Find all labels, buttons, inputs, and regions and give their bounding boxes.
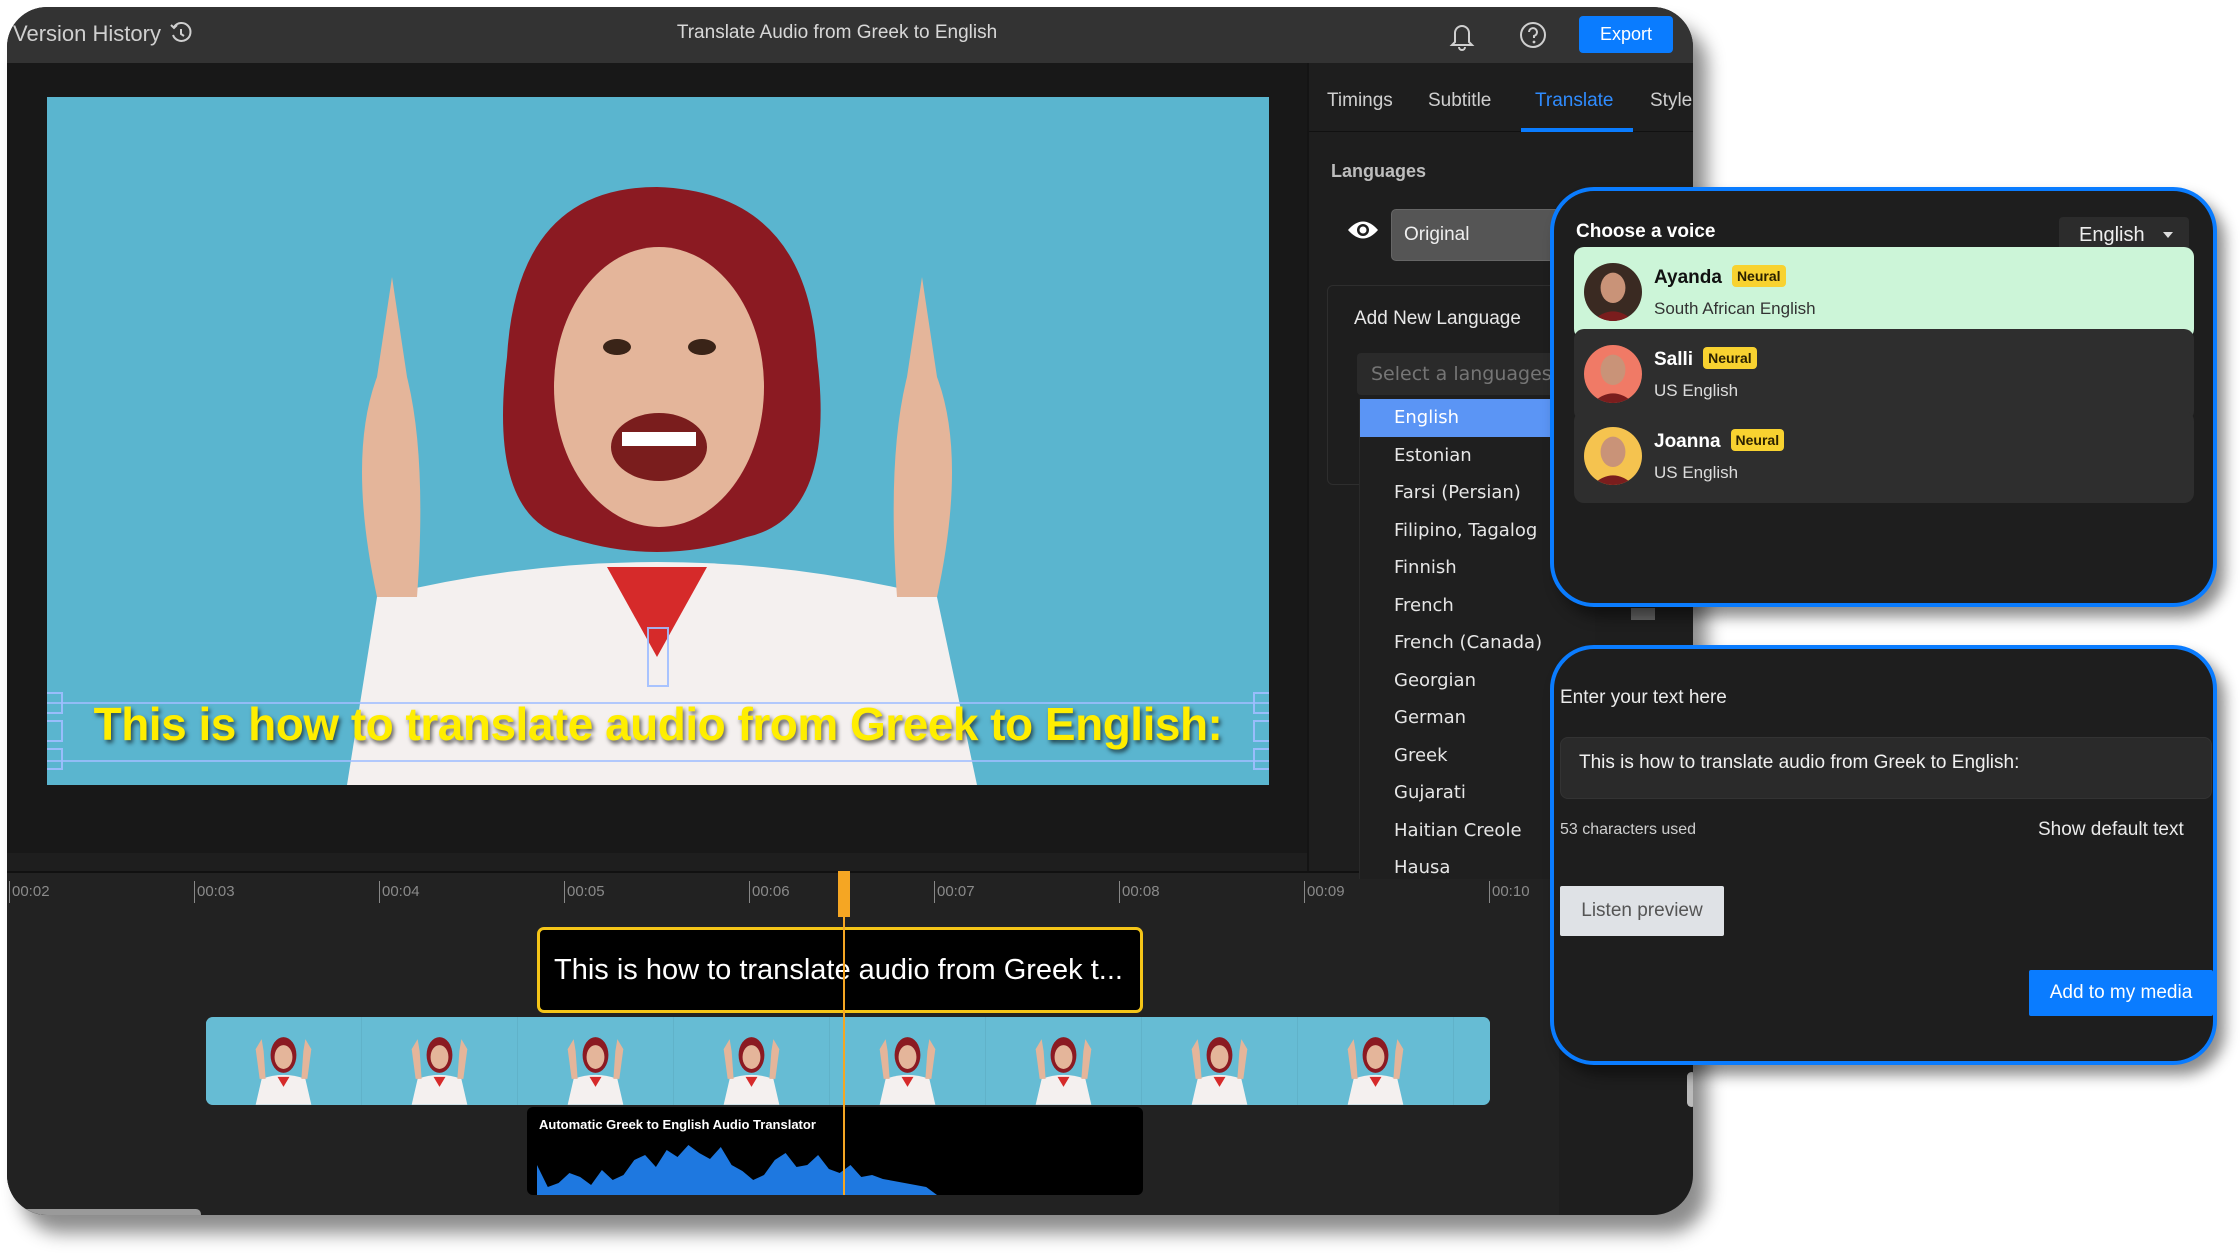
eye-icon[interactable] [1347,219,1379,241]
voice-name: Ayanda [1654,267,1722,288]
resize-handle[interactable] [47,748,63,770]
add-to-media-button[interactable]: Add to my media [2029,970,2213,1016]
voice-accent: US English [1654,381,1739,400]
ruler-tick: 00:06 [749,881,790,903]
video-thumbnail [362,1017,518,1105]
voice-avatar [1584,345,1642,403]
tabs-divider [1309,131,1693,132]
export-button[interactable]: Export [1579,16,1673,53]
document-title: Translate Audio from Greek to English [676,22,998,43]
vertical-scrollbar[interactable] [1687,1072,1693,1107]
tab-translate[interactable]: Translate [1535,90,1614,112]
help-icon[interactable] [1518,20,1548,50]
ruler-tick: 00:10 [1489,881,1530,903]
choose-voice-panel: Choose a voice English Ayanda Neural South… [1550,187,2217,607]
voice-name: Salli [1654,349,1694,370]
voice-accent: South African English [1654,299,1816,318]
video-thumbnail [986,1017,1142,1105]
voice-option[interactable]: Joanna Neural US English [1574,411,2194,503]
neural-badge: Neural [1730,429,1785,451]
bell-icon[interactable] [1447,19,1477,51]
chevron-down-icon [2163,232,2173,238]
audio-clip-label: Automatic Greek to English Audio Transla… [539,1117,816,1132]
voice-option[interactable]: Ayanda Neural South African English [1574,247,2194,339]
subtitle-overlay[interactable]: This is how to translate audio from Gree… [47,697,1269,751]
video-preview[interactable]: This is how to translate audio from Gree… [47,97,1269,785]
waveform-shape [537,1145,937,1195]
ruler-tick: 00:02 [9,881,50,903]
language-option[interactable]: French (Canada) [1360,624,1595,662]
text-input-label: Enter your text here [1560,687,1727,708]
text-to-speech-panel: Enter your text here 53 characters used … [1550,645,2217,1065]
tab-subtitle[interactable]: Subtitle [1428,90,1491,112]
voice-option[interactable]: Salli Neural US English [1574,329,2194,421]
playhead-line[interactable] [843,871,845,1195]
tab-timings[interactable]: Timings [1327,90,1393,112]
horizontal-scrollbar[interactable] [21,1209,201,1215]
voice-avatar [1584,427,1642,485]
ruler-tick: 00:08 [1119,881,1160,903]
move-handle[interactable] [647,627,669,687]
video-thumbnail [1298,1017,1454,1105]
add-new-language-heading: Add New Language [1354,308,1521,329]
languages-heading: Languages [1331,161,1427,181]
video-thumbnail [1454,1017,1490,1105]
voice-name-row: Ayanda Neural [1654,265,1786,289]
ruler-tick: 00:07 [934,881,975,903]
listen-preview-button[interactable]: Listen preview [1560,886,1724,936]
active-tab-indicator [1521,128,1633,132]
title-bar: Version History Translate Audio from Gre… [7,7,1693,63]
neural-badge: Neural [1703,347,1757,369]
voice-name-row: Salli Neural [1654,347,1757,371]
character-count: 53 characters used [1560,821,1697,838]
video-stage: This is how to translate audio from Gree… [7,63,1307,920]
video-thumbnail [1142,1017,1298,1105]
language-option[interactable]: French [1360,587,1595,625]
video-thumbnail [518,1017,674,1105]
audio-track[interactable]: Automatic Greek to English Audio Transla… [527,1107,1143,1195]
video-track[interactable] [206,1017,1490,1105]
panel-scrollbar[interactable] [1631,608,1655,620]
voice-language-value: English [2079,224,2145,246]
subtitle-clip[interactable]: This is how to translate audio from Gree… [537,927,1143,1013]
neural-badge: Neural [1731,265,1786,287]
ruler-tick: 00:03 [194,881,235,903]
ruler-tick: 00:09 [1304,881,1345,903]
voice-name: Joanna [1654,431,1721,452]
choose-voice-heading: Choose a voice [1576,221,1716,242]
show-default-text-link[interactable]: Show default text [2038,819,2184,841]
voice-name-row: Joanna Neural [1654,429,1785,453]
speech-text-input[interactable] [1560,737,2212,799]
timeline[interactable]: 00:02 00:03 00:04 00:05 00:06 00:07 00:08 00:09… [7,871,1559,1215]
tab-style[interactable]: Style [1650,90,1692,112]
ruler-tick: 00:04 [379,881,420,903]
timeline-ruler[interactable]: 00:02 00:03 00:04 00:05 00:06 00:07 00:08 00:09… [7,871,1559,907]
resize-handle[interactable] [1253,748,1269,770]
editor-window: Version History Translate Audio from Gre… [7,7,1693,1215]
video-thumbnail [830,1017,986,1105]
ruler-tick: 00:05 [564,881,605,903]
video-thumbnail [674,1017,830,1105]
video-thumbnail [206,1017,362,1105]
voice-accent: US English [1654,463,1739,482]
voice-avatar [1584,263,1642,321]
